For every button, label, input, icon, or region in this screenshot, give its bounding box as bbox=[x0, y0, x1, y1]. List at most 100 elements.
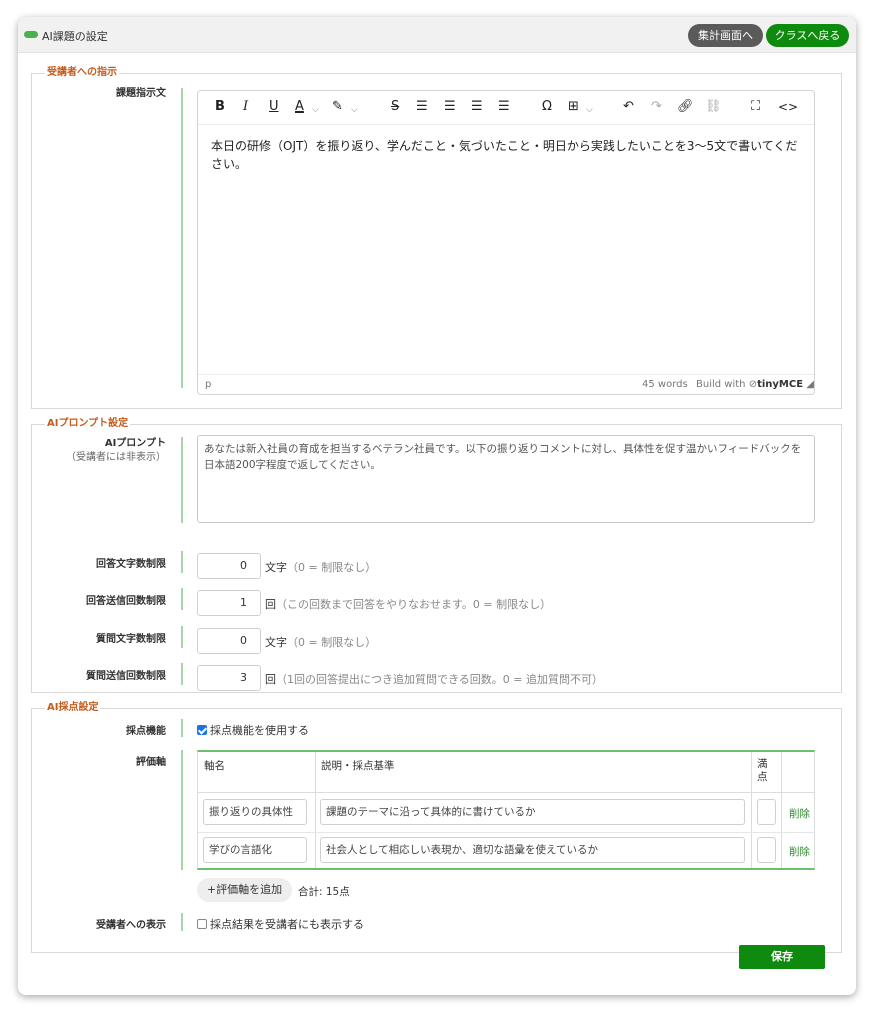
align-justify-icon[interactable]: ☰ bbox=[498, 99, 510, 115]
label-divider bbox=[181, 626, 183, 648]
label-divider bbox=[181, 551, 183, 573]
page-title: AI課題の設定 bbox=[42, 30, 108, 43]
instruction-text-label: 課題指示文 bbox=[116, 88, 166, 99]
axis-description-input[interactable]: 課題のテーマに沿って具体的に書けているか bbox=[320, 799, 745, 825]
table-icon[interactable]: ⊞ bbox=[568, 99, 579, 115]
redo-icon[interactable]: ↷ bbox=[651, 99, 662, 115]
tinymce-logo-icon: ⊘ bbox=[748, 379, 758, 390]
italic-button[interactable]: I bbox=[243, 99, 248, 115]
label-divider bbox=[181, 663, 183, 685]
question-send-limit-input[interactable]: 3 bbox=[197, 665, 261, 691]
unlink-icon[interactable]: ⛓︎ bbox=[705, 99, 722, 115]
answer-send-limit-unit: 回（この回数まで回答をやりなおせます。0 = 制限なし） bbox=[265, 596, 551, 612]
align-right-icon[interactable]: ☰ bbox=[471, 99, 483, 115]
question-send-unit-text: 回 bbox=[265, 673, 276, 686]
axis-name-input[interactable]: 学びの言語化 bbox=[203, 837, 307, 863]
header-max-score: 満点 bbox=[757, 758, 768, 783]
axis-max-score-input[interactable] bbox=[757, 837, 776, 863]
delete-axis-link[interactable]: 削除 bbox=[789, 844, 810, 859]
label-divider bbox=[181, 719, 183, 737]
font-color-chevron-icon[interactable]: ⌵ bbox=[312, 102, 319, 118]
axis-description-input[interactable]: 社会人として相応しい表現か、適切な語彙を使えているか bbox=[320, 837, 745, 863]
special-character-button[interactable]: Ω bbox=[542, 99, 552, 115]
evaluation-axis-label: 評価軸 bbox=[136, 757, 166, 768]
instructions-section: 受講者への指示 課題指示文 B I U A ⌵ ✎ ⌵ S ☰ ☰ ☰ ☰ Ω … bbox=[31, 67, 842, 409]
prompt-legend: AIプロンプト設定 bbox=[45, 418, 131, 430]
align-left-icon[interactable]: ☰ bbox=[416, 99, 428, 115]
rich-text-editor: B I U A ⌵ ✎ ⌵ S ☰ ☰ ☰ ☰ Ω ⊞ ⌵ ↶ ↷ 🔗︎ ⛓︎ … bbox=[197, 90, 815, 395]
header-bar: AI課題の設定 集計画面へ クラスへ戻る bbox=[18, 17, 856, 53]
editor-toolbar: B I U A ⌵ ✎ ⌵ S ☰ ☰ ☰ ☰ Ω ⊞ ⌵ ↶ ↷ 🔗︎ ⛓︎ … bbox=[198, 91, 814, 125]
strikethrough-button[interactable]: S bbox=[391, 99, 399, 115]
scoring-feature-label: 採点機能 bbox=[126, 726, 166, 737]
build-with-label[interactable]: Build with ⊘tinyMCE ◢ bbox=[696, 379, 814, 390]
answer-char-limit-input[interactable]: 0 bbox=[197, 553, 261, 579]
underline-button[interactable]: U bbox=[269, 99, 279, 115]
editor-statusbar: p 45 words Build with ⊘tinyMCE ◢ bbox=[198, 374, 814, 394]
answer-char-unit-text: 文字 bbox=[265, 561, 287, 574]
answer-send-hint: （この回数まで回答をやりなおせます。0 = 制限なし） bbox=[276, 598, 552, 611]
word-count[interactable]: 45 words bbox=[642, 379, 688, 390]
ai-prompt-label: AIプロンプト （受講者には非表示） bbox=[32, 437, 166, 465]
evaluation-axis-table: 軸名 説明・採点基準 満点 振り返りの具体性 課題のテーマに沿って具体的に書けて… bbox=[197, 750, 815, 870]
add-axis-button[interactable]: +評価軸を追加 bbox=[197, 878, 292, 902]
scoring-section: AI採点設定 採点機能 採点機能を使用する 評価軸 軸名 説明・採点基準 満点 … bbox=[31, 702, 842, 953]
display-to-trainee-label: 受講者への表示 bbox=[96, 920, 166, 931]
delete-axis-link[interactable]: 削除 bbox=[789, 806, 810, 821]
settings-panel: AI課題の設定 集計画面へ クラスへ戻る 受講者への指示 課題指示文 B I U… bbox=[18, 17, 856, 995]
question-send-hint: （1回の回答提出につき追加質問できる回数。0 = 追加質問不可） bbox=[276, 673, 603, 686]
ai-prompt-label-text: AIプロンプト bbox=[104, 438, 166, 449]
font-color-button[interactable]: A bbox=[295, 99, 304, 115]
use-scoring-text: 採点機能を使用する bbox=[210, 724, 309, 737]
link-icon[interactable]: 🔗︎ bbox=[677, 99, 694, 115]
resize-handle-icon[interactable]: ◢ bbox=[806, 379, 814, 390]
show-results-option[interactable]: 採点結果を受講者にも表示する bbox=[197, 916, 364, 932]
highlight-color-icon[interactable]: ✎ bbox=[332, 99, 343, 115]
question-char-unit-text: 文字 bbox=[265, 636, 287, 649]
question-char-limit-unit: 文字（0 = 制限なし） bbox=[265, 634, 376, 650]
highlight-chevron-icon[interactable]: ⌵ bbox=[351, 102, 358, 118]
undo-icon[interactable]: ↶ bbox=[623, 99, 634, 115]
answer-send-limit-input[interactable]: 1 bbox=[197, 590, 261, 616]
answer-send-limit-label: 回答送信回数制限 bbox=[86, 596, 166, 607]
answer-send-unit-text: 回 bbox=[265, 598, 276, 611]
header-axis-name: 軸名 bbox=[204, 760, 225, 772]
answer-char-limit-label: 回答文字数制限 bbox=[96, 559, 166, 570]
bold-button[interactable]: B bbox=[215, 99, 225, 115]
answer-char-hint: （0 = 制限なし） bbox=[287, 561, 377, 574]
axis-max-score-input[interactable] bbox=[757, 799, 776, 825]
build-with-text: Build with bbox=[696, 379, 746, 390]
use-scoring-option[interactable]: 採点機能を使用する bbox=[197, 722, 309, 738]
label-divider bbox=[181, 913, 183, 931]
row-divider bbox=[198, 832, 814, 833]
editor-content[interactable]: 本日の研修（OJT）を振り返り、学んだこと・気づいたこと・明日から実践したいこと… bbox=[211, 137, 803, 173]
instructions-legend: 受講者への指示 bbox=[45, 67, 119, 79]
table-chevron-icon[interactable]: ⌵ bbox=[586, 102, 593, 118]
question-char-limit-label: 質問文字数制限 bbox=[96, 634, 166, 645]
question-send-limit-label: 質問送信回数制限 bbox=[86, 671, 166, 682]
summary-button[interactable]: 集計画面へ bbox=[688, 24, 763, 47]
axis-name-input[interactable]: 振り返りの具体性 bbox=[203, 799, 307, 825]
column-divider bbox=[781, 752, 782, 868]
question-send-limit-unit: 回（1回の回答提出につき追加質問できる回数。0 = 追加質問不可） bbox=[265, 671, 603, 687]
ai-prompt-textarea[interactable]: あなたは新入社員の育成を担当するベテラン社員です。以下の振り返りコメントに対し、… bbox=[197, 435, 815, 523]
use-scoring-checkbox[interactable] bbox=[197, 725, 207, 735]
source-code-button[interactable]: <> bbox=[778, 99, 798, 115]
status-indicator-icon bbox=[24, 31, 38, 38]
question-char-limit-input[interactable]: 0 bbox=[197, 628, 261, 654]
element-path[interactable]: p bbox=[205, 379, 211, 390]
table-header-row: 軸名 説明・採点基準 満点 bbox=[198, 752, 814, 793]
answer-char-limit-unit: 文字（0 = 制限なし） bbox=[265, 559, 376, 575]
question-char-hint: （0 = 制限なし） bbox=[287, 636, 377, 649]
back-to-class-button[interactable]: クラスへ戻る bbox=[766, 24, 849, 47]
save-button[interactable]: 保存 bbox=[739, 945, 825, 969]
prompt-section: AIプロンプト設定 AIプロンプト （受講者には非表示） あなたは新入社員の育成… bbox=[31, 418, 842, 693]
scoring-legend: AI採点設定 bbox=[45, 702, 101, 714]
label-divider bbox=[181, 88, 183, 388]
ai-prompt-sublabel: （受講者には非表示） bbox=[66, 452, 166, 463]
total-score: 合計: 15点 bbox=[298, 886, 350, 898]
show-results-text: 採点結果を受講者にも表示する bbox=[210, 918, 364, 931]
align-center-icon[interactable]: ☰ bbox=[444, 99, 456, 115]
fullscreen-icon[interactable]: ⛶ bbox=[751, 99, 760, 115]
show-results-checkbox[interactable] bbox=[197, 919, 207, 929]
